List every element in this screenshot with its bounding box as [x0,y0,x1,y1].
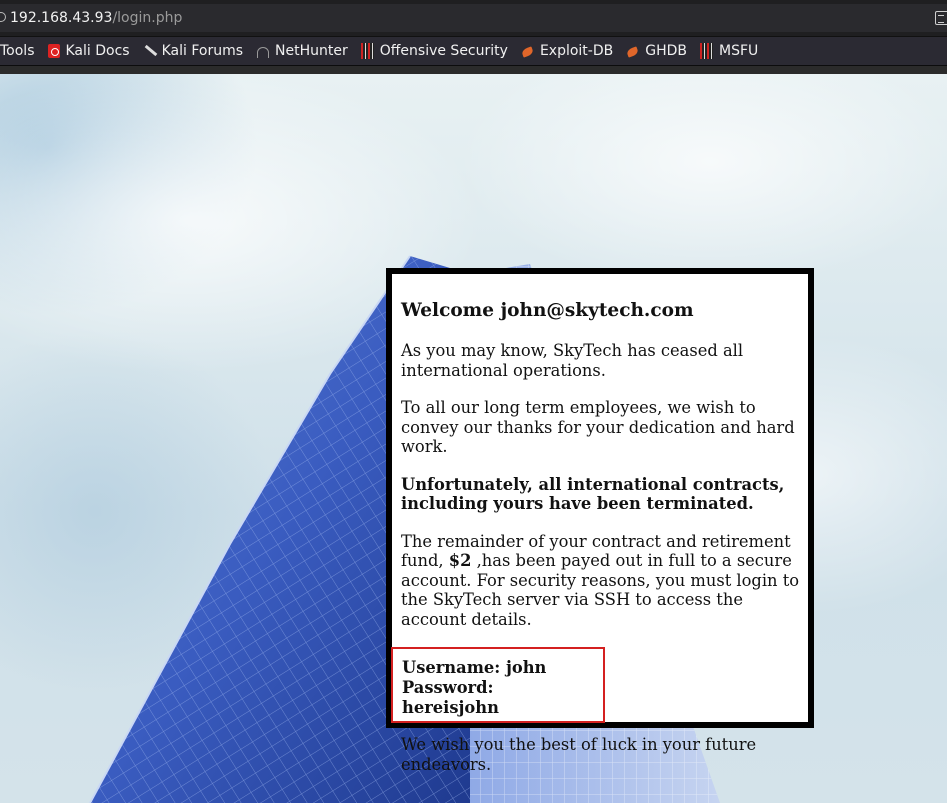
message-paragraph: The remainder of your contract and retir… [401,531,800,629]
bookmark-nethunter[interactable]: NetHunter [256,37,348,65]
bookmarks-toolbar: Tools Kali Docs Kali Forums NetHunter Of… [0,37,947,66]
kali-docs-icon [47,44,60,58]
message-paragraph: As you may know, SkyTech has ceased all … [401,341,744,380]
site-info-icon[interactable] [0,12,6,22]
bookmark-label: Kali Forums [161,43,244,59]
password-line: Password: hereisjohn [402,678,499,717]
bookmark-offensive-security[interactable]: Offensive Security [360,37,508,65]
bookmark-exploit-db[interactable]: Exploit-DB [521,37,613,65]
bookmark-kali-forums[interactable]: Kali Forums [143,37,243,65]
ghdb-icon [626,43,639,59]
bookmark-kali-docs[interactable]: Kali Docs [47,37,130,65]
message-content: Welcome john@skytech.com As you may know… [391,300,801,792]
url-text[interactable]: 192.168.43.93/login.php [10,10,182,26]
bookmark-label: Offensive Security [379,43,508,59]
url-bar: 192.168.43.93/login.php [0,0,947,37]
bookmark-ghdb[interactable]: GHDB [626,37,687,65]
nethunter-icon [256,43,270,59]
bookmark-label: Kali Docs [65,43,130,59]
address-field[interactable]: 192.168.43.93/login.php [0,4,947,32]
bookmark-label: Tools [0,43,35,59]
credentials-highlight: Username: john Password: hereisjohn [391,647,605,723]
message-paragraph: To all our long term employees, we wish … [401,398,795,456]
bookmark-label: GHDB [645,43,687,59]
reader-view-icon[interactable] [935,11,947,25]
bookmark-tools[interactable]: Tools [0,37,35,65]
kali-forums-icon [143,43,156,59]
bookmark-label: Exploit-DB [539,43,614,59]
page-viewport: Welcome john@skytech.com As you may know… [0,74,947,803]
termination-notice: Unfortunately, all international contrac… [401,474,785,514]
offensive-security-icon [360,43,374,59]
bookmark-label: NetHunter [275,43,348,59]
amount-value: $2 [448,551,472,570]
closing-paragraph: We wish you the best of luck in your fut… [401,735,757,774]
welcome-heading: Welcome john@skytech.com [401,300,694,321]
msfu-icon [700,43,713,59]
bookmark-label: MSFU [719,43,759,59]
exploit-db-icon [521,43,534,59]
message-box: Welcome john@skytech.com As you may know… [386,268,814,774]
bookmark-msfu[interactable]: MSFU [700,37,758,65]
username-line: Username: john [402,658,547,677]
